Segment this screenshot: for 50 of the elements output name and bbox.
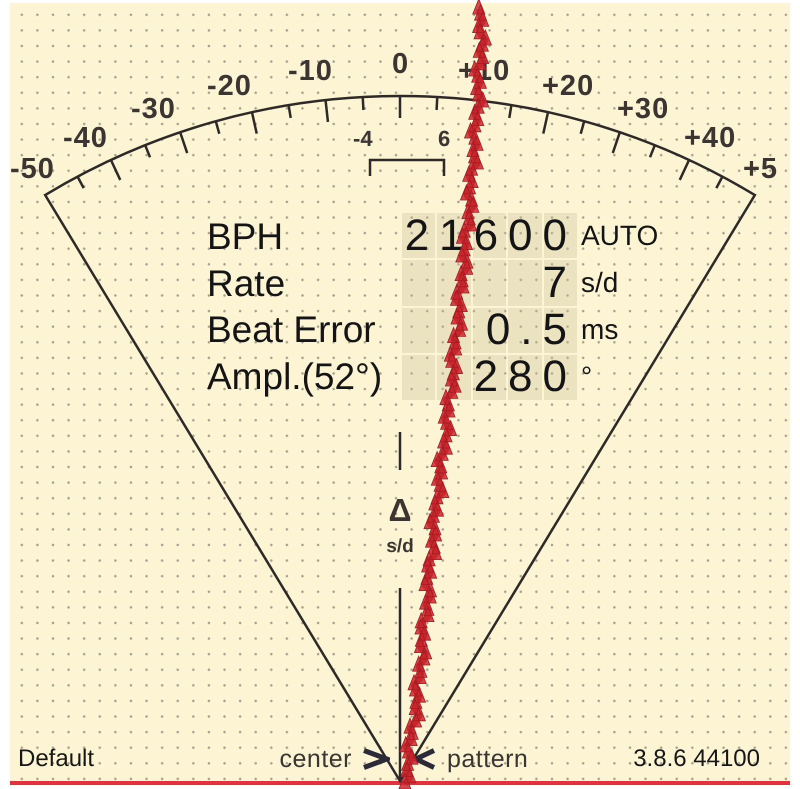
reading-value: 7 [542, 261, 577, 306]
axis-unit: s/d [386, 536, 414, 558]
chevron-right-icon [362, 748, 390, 770]
scale-tick [612, 132, 622, 154]
scale-tick [178, 132, 188, 154]
reading-value: 280 [474, 354, 577, 399]
reading-unit: ms [581, 316, 618, 344]
reading-value: 0.5 [486, 308, 577, 352]
scale-label: -40 [63, 122, 108, 154]
scale-tick [144, 144, 152, 158]
chevron-left-icon [413, 748, 436, 770]
scale-label: -10 [288, 55, 333, 87]
scale-label: -50 [10, 153, 55, 185]
scale-tick [287, 104, 292, 118]
version-text: 3.8.6 44100 [633, 747, 760, 771]
scale-label: -30 [131, 93, 176, 125]
scale-tick [715, 176, 724, 189]
scale-tick [76, 176, 85, 189]
scale-tick [435, 96, 439, 110]
reading-unit: s/d [581, 269, 618, 298]
scale-tick [398, 96, 402, 118]
reading-unit: ° [581, 362, 592, 391]
beat-error-label: -4 [353, 126, 373, 151]
scale-tick [214, 120, 220, 134]
reading-label: Beat Error [207, 311, 376, 348]
scale-label: 0 [392, 48, 410, 80]
scale-tick [648, 144, 656, 158]
center-axis-line [398, 432, 402, 470]
mode-label: center [280, 746, 352, 772]
scale-tick [110, 159, 122, 180]
scale-tick [678, 159, 690, 180]
scale-tick [542, 112, 550, 134]
reading-label: BPH [207, 218, 284, 255]
scale-tick [508, 104, 513, 118]
profile-name: Default [18, 747, 94, 771]
reading-unit: AUTO [581, 222, 658, 250]
mode-label: pattern [447, 746, 528, 772]
reading-label: Ampl.(52°) [207, 358, 382, 396]
reading-label: Rate [207, 264, 286, 302]
scale-label: +5 [743, 153, 778, 185]
scale-label: -20 [207, 70, 252, 102]
scale-label: +20 [542, 70, 594, 102]
scale-tick [250, 112, 258, 134]
beat-error-label: 6 [438, 126, 450, 151]
scale-tick [361, 96, 365, 110]
scale-tick [324, 100, 330, 122]
scale-label: +30 [617, 93, 670, 125]
scale-label: +40 [684, 122, 736, 154]
scale-tick [580, 120, 586, 134]
axis-symbol: Δ [388, 492, 412, 528]
